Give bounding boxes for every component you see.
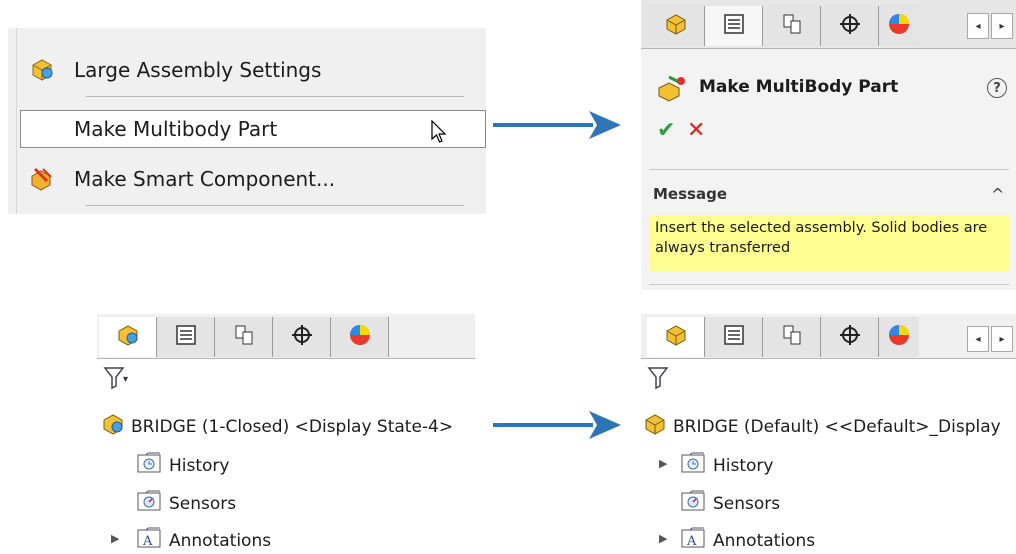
display-manager-icon bbox=[348, 323, 372, 351]
tab-displaymanager[interactable] bbox=[879, 6, 919, 46]
menu-item-label: Make Multibody Part bbox=[74, 117, 278, 141]
tab-scroll-left-button[interactable]: ◂ bbox=[967, 326, 989, 352]
smart-component-icon bbox=[28, 165, 56, 193]
expand-arrow-icon[interactable]: ▶ bbox=[659, 532, 667, 545]
tab-featuremanager[interactable] bbox=[99, 317, 157, 357]
property-manager-title: Make MultiBody Part bbox=[699, 77, 899, 97]
tree-item-history[interactable]: History bbox=[681, 452, 773, 479]
tab-dimxpertmanager[interactable] bbox=[821, 317, 879, 357]
sensors-folder-icon bbox=[681, 490, 705, 517]
tab-propertymanager[interactable] bbox=[157, 317, 215, 357]
feature-tree-after: ◂ ▸ BRIDGE (Default) <<Default>_Display … bbox=[641, 314, 1016, 552]
message-box: Insert the selected assembly. Solid bodi… bbox=[649, 215, 1009, 271]
dimxpert-icon bbox=[838, 323, 862, 351]
tab-scroll-right-button[interactable]: ▸ bbox=[991, 13, 1013, 39]
tree-node-label: History bbox=[713, 455, 774, 476]
tab-propertymanager[interactable] bbox=[705, 317, 763, 357]
menu-item-make-smart-component[interactable]: Make Smart Component... bbox=[8, 161, 486, 197]
filter-icon[interactable] bbox=[647, 366, 669, 394]
annotations-folder-icon: A bbox=[681, 527, 705, 554]
part-icon bbox=[643, 412, 667, 441]
annotations-folder-icon: A bbox=[137, 527, 161, 554]
tab-configurationmanager[interactable] bbox=[763, 6, 821, 46]
menu-separator bbox=[86, 205, 464, 206]
tab-configurationmanager[interactable] bbox=[763, 317, 821, 357]
tab-propertymanager[interactable] bbox=[705, 6, 763, 46]
expand-arrow-icon[interactable]: ▶ bbox=[659, 457, 667, 470]
dimxpert-icon bbox=[838, 12, 862, 40]
feature-tree-before: ▾ BRIDGE (1-Closed) <Display State-4> Hi… bbox=[97, 314, 487, 552]
right-arrow-icon bbox=[493, 111, 621, 139]
help-button[interactable]: ? bbox=[987, 78, 1007, 98]
configuration-manager-icon bbox=[781, 13, 803, 39]
divider bbox=[649, 284, 1009, 285]
divider bbox=[649, 169, 1009, 170]
tree-item-annotations[interactable]: A Annotations bbox=[137, 527, 271, 554]
tree-item-sensors[interactable]: Sensors bbox=[137, 490, 236, 517]
tree-node-label: BRIDGE (1-Closed) <Display State-4> bbox=[131, 416, 454, 437]
svg-text:A: A bbox=[142, 534, 153, 549]
expand-arrow-icon[interactable]: ▶ bbox=[111, 532, 119, 545]
mouse-cursor-icon bbox=[431, 119, 447, 149]
ok-button[interactable]: ✔ bbox=[657, 118, 675, 143]
feature-manager-icon bbox=[664, 12, 688, 40]
history-folder-icon bbox=[681, 452, 705, 479]
tab-scroll-left-button[interactable]: ◂ bbox=[967, 13, 989, 39]
multibody-part-icon bbox=[655, 74, 687, 106]
sensors-folder-icon bbox=[137, 490, 161, 517]
property-manager-panel: ◂ ▸ Make MultiBody Part ? ✔ ✕ Message ^ … bbox=[641, 0, 1016, 290]
tab-featuremanager[interactable] bbox=[647, 317, 705, 357]
property-manager-icon bbox=[175, 324, 197, 350]
configuration-manager-icon bbox=[233, 324, 255, 350]
manager-tabs bbox=[647, 317, 919, 357]
tree-root-node[interactable]: BRIDGE (Default) <<Default>_Display bbox=[643, 412, 1001, 441]
property-manager-icon bbox=[723, 324, 745, 350]
history-folder-icon bbox=[137, 452, 161, 479]
tree-node-label: Annotations bbox=[169, 530, 272, 551]
tree-root-node[interactable]: BRIDGE (1-Closed) <Display State-4> bbox=[101, 412, 453, 441]
menu-item-label: Large Assembly Settings bbox=[74, 58, 322, 82]
manager-tabs bbox=[99, 317, 389, 357]
cancel-button[interactable]: ✕ bbox=[687, 118, 705, 143]
message-section-header: Message bbox=[653, 185, 727, 203]
tree-item-annotations[interactable]: A Annotations bbox=[681, 527, 815, 554]
filter-icon[interactable] bbox=[103, 366, 125, 394]
tab-displaymanager[interactable] bbox=[879, 317, 919, 357]
context-menu: Large Assembly Settings Make Multibody P… bbox=[8, 28, 486, 214]
filter-dropdown-icon[interactable]: ▾ bbox=[123, 374, 128, 385]
display-manager-icon bbox=[887, 12, 911, 40]
tab-configurationmanager[interactable] bbox=[215, 317, 273, 357]
tab-dimxpertmanager[interactable] bbox=[821, 6, 879, 46]
menu-item-large-assembly-settings[interactable]: Large Assembly Settings bbox=[8, 52, 486, 88]
menu-item-make-multibody-part[interactable]: Make Multibody Part bbox=[20, 110, 486, 148]
property-manager-icon bbox=[723, 13, 745, 39]
menu-separator bbox=[86, 96, 464, 97]
tree-node-label: BRIDGE (Default) <<Default>_Display bbox=[673, 416, 1001, 437]
tree-node-label: History bbox=[169, 455, 230, 476]
right-arrow-icon bbox=[493, 411, 621, 439]
large-assembly-icon bbox=[28, 56, 56, 84]
feature-manager-icon bbox=[116, 323, 140, 351]
dimxpert-icon bbox=[290, 323, 314, 351]
tab-displaymanager[interactable] bbox=[331, 317, 389, 357]
svg-text:A: A bbox=[686, 534, 697, 549]
tree-node-label: Sensors bbox=[713, 493, 781, 514]
manager-tabs bbox=[647, 6, 919, 46]
tree-item-history[interactable]: History bbox=[137, 452, 229, 479]
tab-scroll-right-button[interactable]: ▸ bbox=[991, 326, 1013, 352]
menu-item-label: Make Smart Component... bbox=[74, 167, 336, 191]
assembly-icon bbox=[101, 412, 125, 441]
feature-manager-icon bbox=[664, 323, 688, 351]
tab-dimxpertmanager[interactable] bbox=[273, 317, 331, 357]
configuration-manager-icon bbox=[781, 324, 803, 350]
tree-node-label: Sensors bbox=[169, 493, 237, 514]
collapse-chevron-icon[interactable]: ^ bbox=[991, 185, 1004, 204]
tab-featuremanager[interactable] bbox=[647, 6, 705, 46]
tree-item-sensors[interactable]: Sensors bbox=[681, 490, 780, 517]
tree-node-label: Annotations bbox=[713, 530, 816, 551]
display-manager-icon bbox=[887, 323, 911, 351]
